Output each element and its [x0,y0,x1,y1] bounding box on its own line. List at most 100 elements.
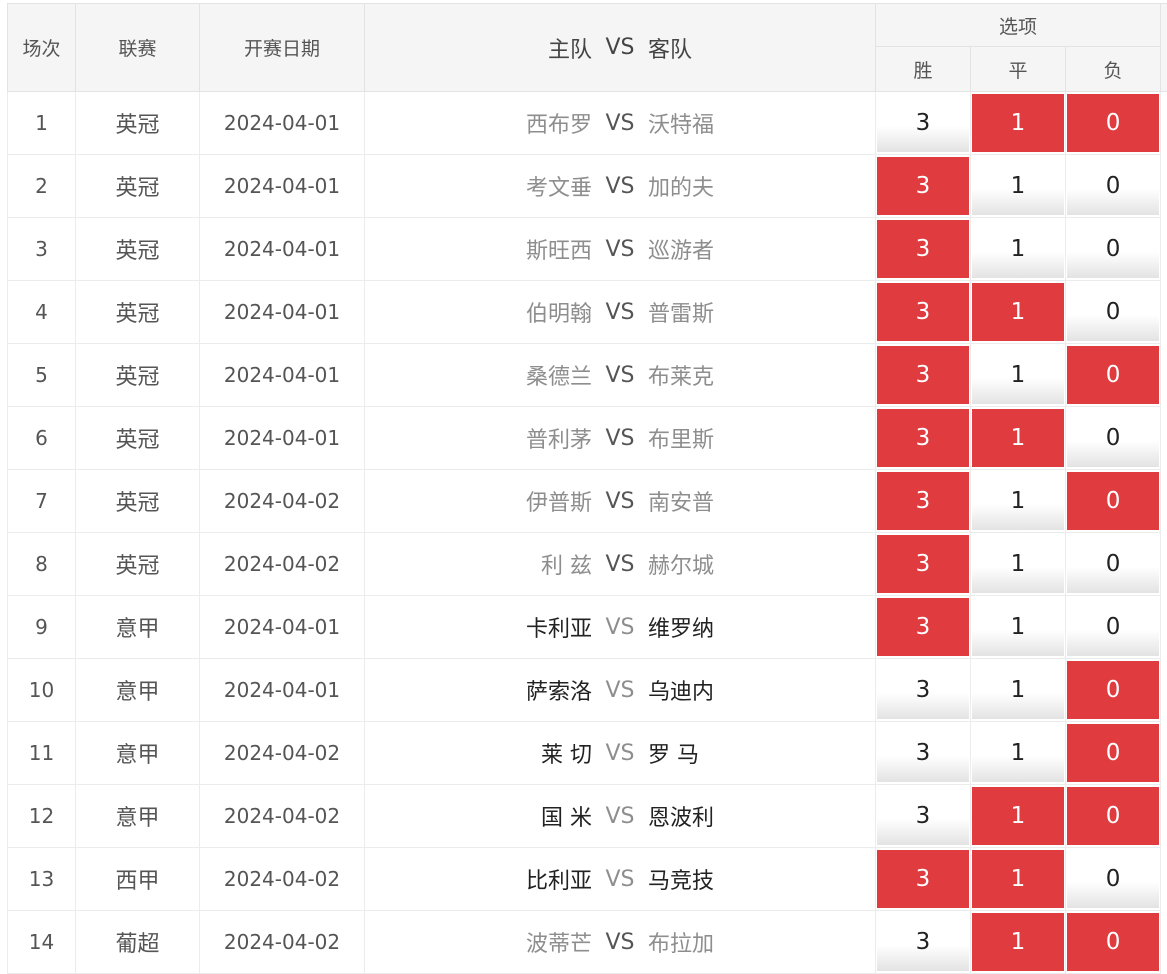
lose-option-button[interactable]: 0 [1067,157,1159,215]
win-option-cell: 3 [876,281,971,344]
lose-option-cell: 0 [1066,92,1161,155]
draw-option-button[interactable]: 1 [972,283,1064,341]
draw-option-button[interactable]: 1 [972,220,1064,278]
lose-option-button[interactable]: 0 [1067,850,1159,908]
home-team: 伊普斯 [412,485,592,517]
home-team: 国 米 [412,800,592,832]
lose-option-cell: 0 [1066,533,1161,596]
header-league: 联赛 [76,4,200,92]
vs-label: VS [592,174,648,199]
vs-label: VS [592,552,648,577]
draw-option-cell: 1 [971,344,1066,407]
win-option-button[interactable]: 3 [877,409,969,467]
league-name: 意甲 [76,785,200,848]
match-teams: 波蒂芒 VS 布拉加 [365,911,876,974]
win-option-cell: 3 [876,785,971,848]
match-date: 2024-04-01 [200,659,365,722]
away-team: 维罗纳 [648,611,828,643]
win-option-cell: 3 [876,344,971,407]
draw-option-button[interactable]: 1 [972,409,1064,467]
vs-label: VS [592,237,648,262]
lose-option-button[interactable]: 0 [1067,220,1159,278]
win-option-button[interactable]: 3 [877,787,969,845]
draw-option-button[interactable]: 1 [972,598,1064,656]
draw-option-button[interactable]: 1 [972,661,1064,719]
lose-option-cell: 0 [1066,218,1161,281]
lose-option-button[interactable]: 0 [1067,913,1159,971]
win-option-button[interactable]: 3 [877,913,969,971]
table-row: 9 意甲 2024-04-01 卡利亚 VS 维罗纳 3 1 0 [8,596,1167,659]
win-option-button[interactable]: 3 [877,346,969,404]
lose-option-button[interactable]: 0 [1067,598,1159,656]
lose-option-button[interactable]: 0 [1067,661,1159,719]
match-teams: 伯明翰 VS 普雷斯 [365,281,876,344]
vs-label: VS [592,300,648,325]
lose-option-button[interactable]: 0 [1067,535,1159,593]
match-date: 2024-04-02 [200,470,365,533]
row-spacer [1161,407,1167,470]
win-option-cell: 3 [876,533,971,596]
row-spacer [1161,533,1167,596]
match-date: 2024-04-02 [200,533,365,596]
draw-option-cell: 1 [971,659,1066,722]
lose-option-cell: 0 [1066,722,1161,785]
win-option-button[interactable]: 3 [877,220,969,278]
win-option-cell: 3 [876,596,971,659]
win-option-button[interactable]: 3 [877,283,969,341]
match-date: 2024-04-01 [200,407,365,470]
draw-option-button[interactable]: 1 [972,535,1064,593]
draw-option-button[interactable]: 1 [972,850,1064,908]
draw-option-button[interactable]: 1 [972,913,1064,971]
table-row: 10 意甲 2024-04-01 萨索洛 VS 乌迪内 3 1 0 [8,659,1167,722]
match-teams: 比利亚 VS 马竞技 [365,848,876,911]
draw-option-button[interactable]: 1 [972,724,1064,782]
draw-option-button[interactable]: 1 [972,94,1064,152]
league-name: 英冠 [76,533,200,596]
lose-option-button[interactable]: 0 [1067,409,1159,467]
win-option-button[interactable]: 3 [877,661,969,719]
header-round: 场次 [8,4,76,92]
table-row: 12 意甲 2024-04-02 国 米 VS 恩波利 3 1 0 [8,785,1167,848]
draw-option-cell: 1 [971,785,1066,848]
round-number: 13 [8,848,76,911]
draw-option-button[interactable]: 1 [972,346,1064,404]
lose-option-button[interactable]: 0 [1067,787,1159,845]
round-number: 9 [8,596,76,659]
round-number: 3 [8,218,76,281]
away-team: 布里斯 [648,422,828,454]
lose-option-button[interactable]: 0 [1067,94,1159,152]
lose-option-button[interactable]: 0 [1067,472,1159,530]
draw-option-button[interactable]: 1 [972,157,1064,215]
win-option-button[interactable]: 3 [877,157,969,215]
away-team: 乌迪内 [648,674,828,706]
win-option-button[interactable]: 3 [877,472,969,530]
table-header: 场次 联赛 开赛日期 主队 VS 客队 选项 胜 平 负 [8,4,1167,92]
win-option-button[interactable]: 3 [877,535,969,593]
table-row: 7 英冠 2024-04-02 伊普斯 VS 南安普 3 1 0 [8,470,1167,533]
win-option-button[interactable]: 3 [877,724,969,782]
vs-label: VS [592,930,648,955]
vs-label: VS [592,363,648,388]
header-win: 胜 [876,47,971,92]
win-option-button[interactable]: 3 [877,94,969,152]
lose-option-button[interactable]: 0 [1067,724,1159,782]
lose-option-button[interactable]: 0 [1067,346,1159,404]
draw-option-cell: 1 [971,911,1066,974]
lose-option-button[interactable]: 0 [1067,283,1159,341]
win-option-button[interactable]: 3 [877,598,969,656]
draw-option-cell: 1 [971,92,1066,155]
row-spacer [1161,92,1167,155]
draw-option-button[interactable]: 1 [972,472,1064,530]
league-name: 英冠 [76,344,200,407]
away-team: 马竞技 [648,863,828,895]
round-number: 8 [8,533,76,596]
round-number: 11 [8,722,76,785]
draw-option-button[interactable]: 1 [972,787,1064,845]
match-date: 2024-04-01 [200,218,365,281]
win-option-button[interactable]: 3 [877,850,969,908]
league-name: 英冠 [76,407,200,470]
vs-label: VS [592,804,648,829]
table-row: 8 英冠 2024-04-02 利 兹 VS 赫尔城 3 1 0 [8,533,1167,596]
home-team: 比利亚 [412,863,592,895]
draw-option-cell: 1 [971,281,1066,344]
